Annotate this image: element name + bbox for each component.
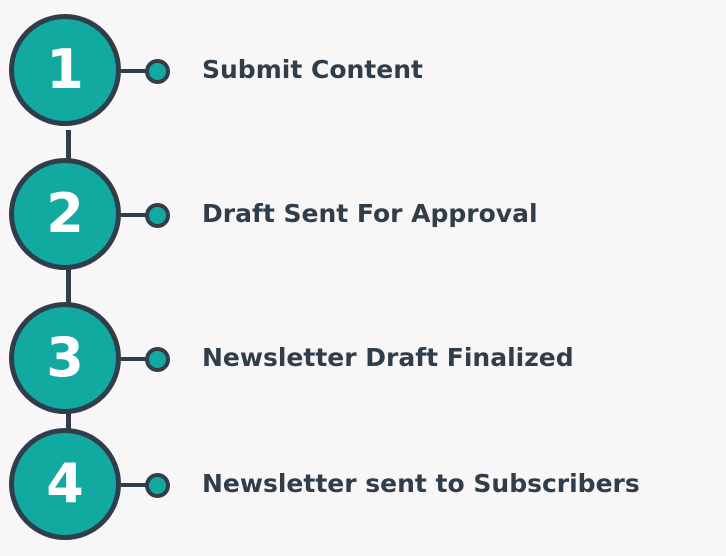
step-label: Submit Content [202,55,423,84]
step-dot [145,59,170,84]
process-diagram: 1 Submit Content 2 Draft Sent For Approv… [0,0,726,556]
step-number-circle: 1 [9,14,121,126]
step-label: Newsletter Draft Finalized [202,343,574,372]
step-number-circle: 3 [9,302,121,414]
step-2: 2 Draft Sent For Approval [0,158,726,278]
step-label: Draft Sent For Approval [202,199,538,228]
step-3: 3 Newsletter Draft Finalized [0,302,726,422]
step-dot [145,347,170,372]
step-1: 1 Submit Content [0,14,726,134]
step-label: Newsletter sent to Subscribers [202,469,640,498]
step-number: 1 [46,38,84,101]
step-number: 2 [46,182,84,245]
step-number-circle: 4 [9,428,121,540]
step-number: 4 [46,452,84,515]
step-number: 3 [46,326,84,389]
step-4: 4 Newsletter sent to Subscribers [0,428,726,548]
step-number-circle: 2 [9,158,121,270]
step-dot [145,203,170,228]
step-dot [145,473,170,498]
